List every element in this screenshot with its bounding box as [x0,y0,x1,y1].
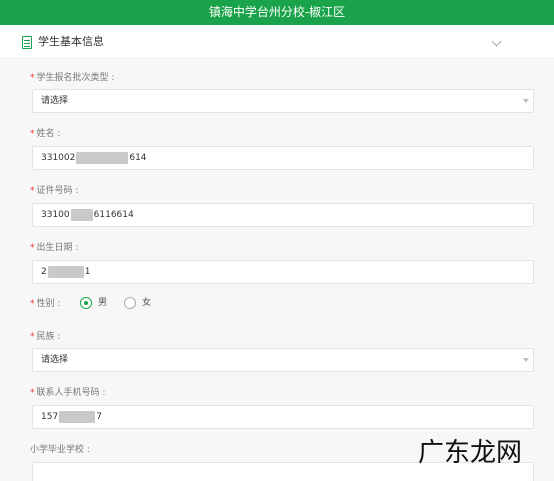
ethnicity-select[interactable]: 请选择 [32,348,534,372]
watermark-text: 广东龙网 [418,438,523,468]
ethnicity-value: 请选择 [41,355,69,365]
ethnicity-label: * 民族 : [30,332,61,342]
required-mark: * [30,186,35,196]
section-title: 学生基本信息 [38,35,104,48]
required-mark: * [30,299,35,309]
birth-date-field[interactable]: 21 [32,260,534,284]
id-number-field[interactable]: 33100 6116614 [32,203,534,227]
name-value-end: 614 [129,153,147,163]
required-mark: * [30,73,35,83]
dropdown-arrow-icon [523,358,529,362]
primary-school-label: 小学毕业学校 : [30,445,90,455]
phone-label: * 联系人手机号码 : [30,388,106,398]
required-mark: * [30,243,35,253]
dropdown-arrow-icon [523,99,529,103]
name-value-start: 331002 [41,153,76,163]
gender-female-label: 女 [142,298,152,308]
birth-date-label: * 出生日期 : [30,243,79,253]
redaction-blur [47,265,84,278]
required-mark: * [30,388,35,398]
batch-type-select[interactable]: 请选择 [32,89,534,113]
id-number-value-start: 33100 [41,210,70,220]
gender-label: * 性别 : [30,299,61,309]
top-bar: 镇海中学台州分校-椒江区 [0,0,554,25]
redaction-blur [59,410,96,423]
phone-field[interactable]: 157 7 [32,405,534,429]
id-number-value-end: 6116614 [93,210,134,220]
id-number-label: * 证件号码 : [30,186,79,196]
redaction-blur [76,151,129,164]
document-icon [22,36,32,49]
gender-female-radio[interactable] [124,297,136,309]
section-header[interactable]: 学生基本信息 [0,25,554,59]
birth-date-value-end: 1 [84,267,91,277]
required-mark: * [30,129,35,139]
batch-type-value: 请选择 [41,96,69,106]
batch-type-label: * 学生报名批次类型 : [30,73,115,83]
gender-male-radio[interactable] [80,297,92,309]
redaction-blur [70,208,93,221]
chevron-down-icon[interactable] [491,36,502,47]
name-label: * 姓名 : [30,129,61,139]
phone-value-end: 7 [96,412,102,422]
birth-date-value-start: 2 [41,267,47,277]
page-title: 镇海中学台州分校-椒江区 [208,5,346,19]
gender-male-label: 男 [98,298,108,308]
name-field[interactable]: 331002 614 [32,146,534,170]
required-mark: * [30,332,35,342]
phone-value-start: 157 [41,412,59,422]
